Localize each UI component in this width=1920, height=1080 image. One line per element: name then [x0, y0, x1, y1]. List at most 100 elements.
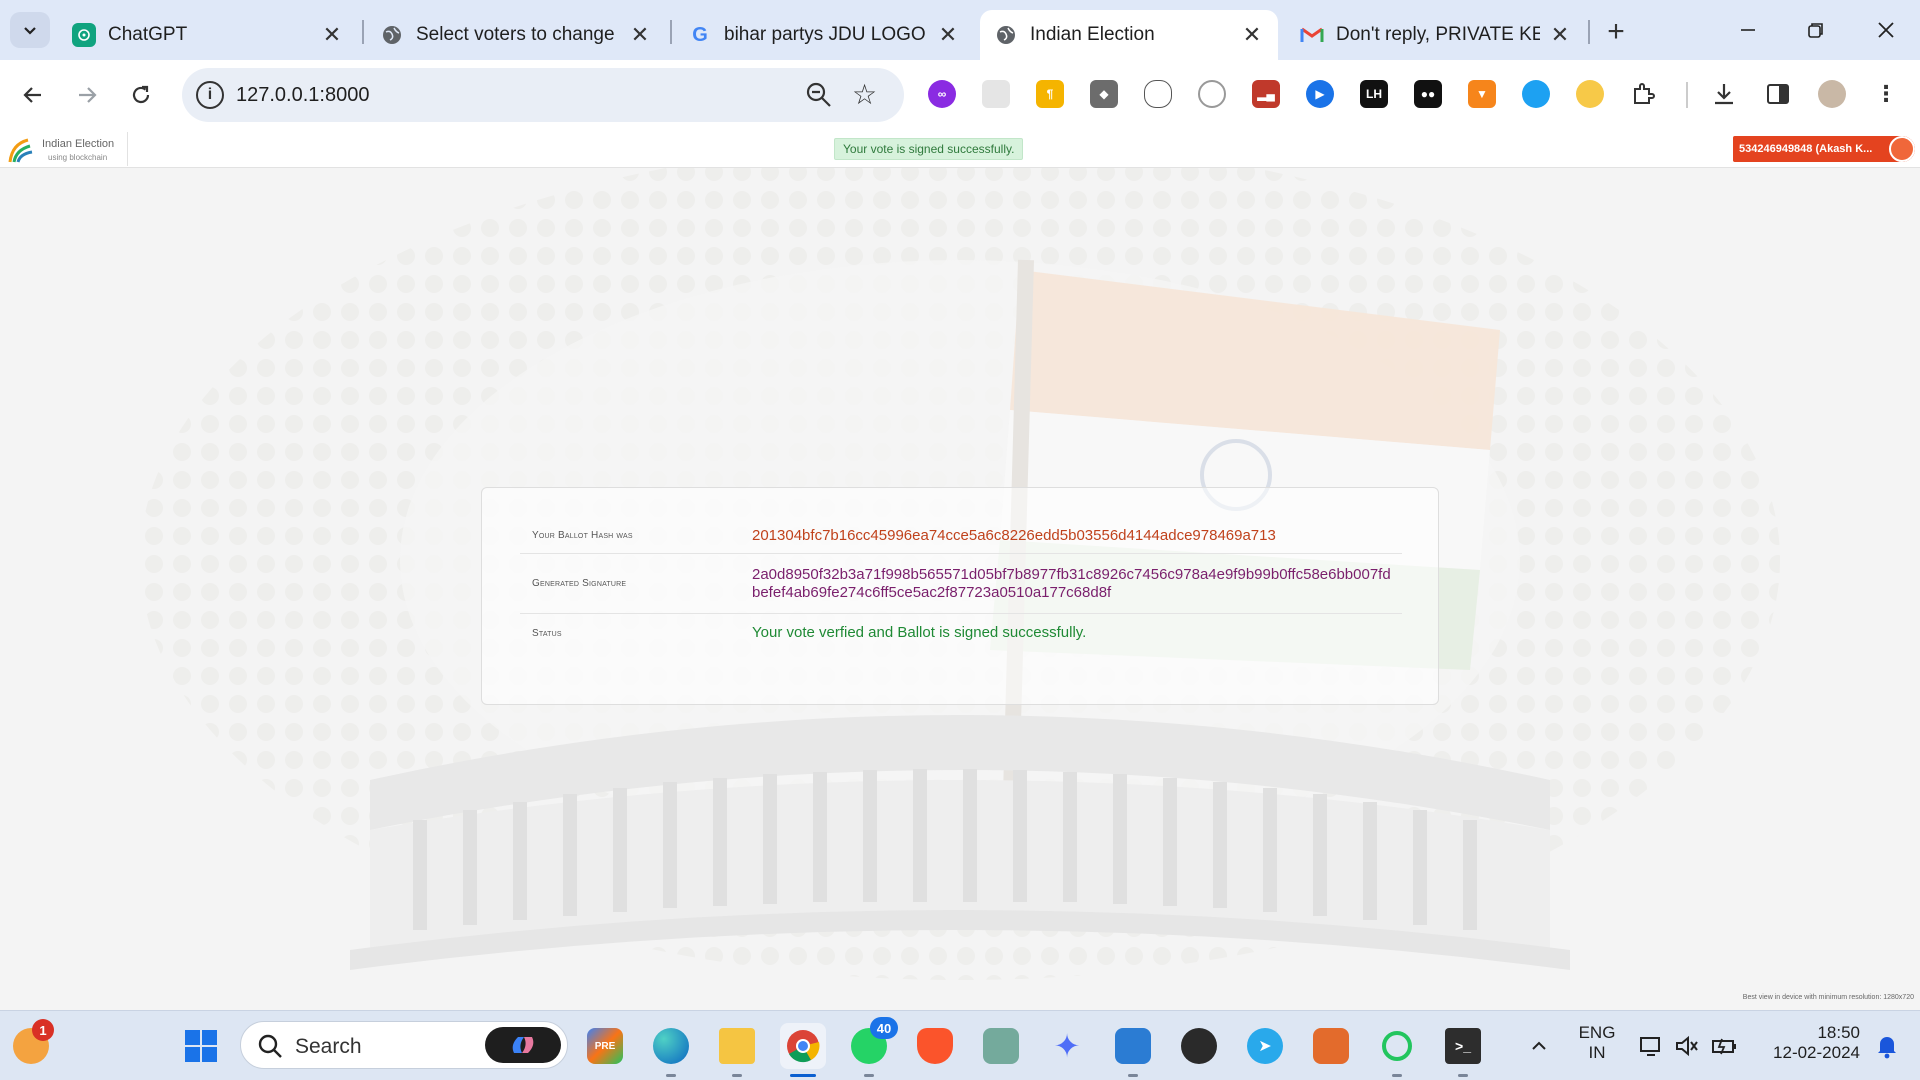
taskbar-chatgpt[interactable]	[978, 1023, 1024, 1069]
tab-title: Indian Election	[1030, 24, 1155, 45]
side-panel-icon[interactable]	[1764, 80, 1792, 108]
tab-chatgpt[interactable]: ChatGPT ✕	[58, 10, 358, 60]
extension-dog-icon[interactable]	[1576, 80, 1604, 108]
notification-count-badge: 1	[32, 1019, 54, 1041]
taskbar-refresh-app[interactable]	[1374, 1023, 1420, 1077]
ballot-hash-label: Your Ballot Hash was	[532, 530, 633, 541]
extension-video-icon[interactable]: ▶	[1306, 80, 1334, 108]
sparkle-icon: ✦	[1053, 1028, 1081, 1064]
close-tab-icon[interactable]: ✕	[1240, 22, 1264, 47]
tab-gmail[interactable]: Don't reply, PRIVATE KEY ✕	[1286, 10, 1586, 60]
windows-logo-icon	[185, 1030, 217, 1062]
region-code: IN	[1588, 1043, 1606, 1062]
tab-search-button[interactable]	[10, 12, 50, 48]
user-account-badge[interactable]: 534246949848 (Akash K...	[1733, 136, 1915, 162]
more-menu-icon[interactable]: ⋮	[1872, 80, 1900, 108]
close-window-button[interactable]	[1856, 8, 1916, 52]
extension-bolt-icon[interactable]: ¶	[1036, 80, 1064, 108]
terminal-icon: >_	[1445, 1028, 1481, 1064]
close-tab-icon[interactable]: ✕	[628, 22, 652, 47]
arrow-right-icon	[79, 87, 97, 103]
bell-icon	[1878, 1037, 1896, 1059]
tab-separator	[1588, 20, 1590, 44]
metamask-fox-icon[interactable]: ▼	[1468, 80, 1496, 108]
tab-indian-election[interactable]: Indian Election ✕	[980, 10, 1278, 60]
tab-title: ChatGPT	[108, 24, 188, 45]
extension-shield-icon[interactable]: ◆	[1090, 80, 1118, 108]
chatgpt-icon	[983, 1028, 1019, 1064]
brand-subtitle: using blockchain	[48, 153, 108, 162]
extension-purple-icon[interactable]: ∞	[928, 80, 956, 108]
taskbar-copilot-pre-app[interactable]: PRE	[582, 1023, 628, 1069]
status-label: Status	[532, 628, 562, 639]
profile-avatar[interactable]	[1818, 80, 1846, 108]
close-tab-icon[interactable]: ✕	[1548, 22, 1572, 47]
clock[interactable]: 18:50 12-02-2024	[1756, 1023, 1860, 1063]
close-tab-icon[interactable]: ✕	[320, 22, 344, 47]
address-bar[interactable]: i 127.0.0.1:8000 ☆	[182, 68, 904, 122]
taskbar-brave[interactable]	[912, 1023, 958, 1069]
site-logo[interactable]: Indian Election using blockchain	[4, 132, 128, 166]
download-icon[interactable]	[1710, 80, 1738, 108]
battery-button[interactable]	[1702, 1023, 1748, 1069]
extension-mouse-icon[interactable]	[1144, 80, 1172, 108]
running-indicator	[666, 1074, 676, 1077]
signature-label: Generated Signature	[532, 578, 627, 589]
bookmark-star-icon[interactable]: ☆	[852, 78, 877, 111]
ballot-hash-value: 201304bfc7b16cc45996ea74cce5a6c8226edd5b…	[752, 527, 1276, 544]
extension-camera-icon[interactable]	[1198, 80, 1226, 108]
taskbar-search[interactable]: Search	[240, 1021, 568, 1069]
chrome-icon	[787, 1030, 820, 1063]
restore-button[interactable]	[1786, 8, 1846, 52]
forward-button[interactable]	[66, 74, 108, 116]
widgets-button[interactable]: 1	[8, 1019, 54, 1069]
new-tab-button[interactable]: +	[1598, 14, 1634, 50]
user-avatar[interactable]	[1889, 136, 1915, 162]
extensions-puzzle-icon[interactable]	[1630, 80, 1658, 108]
sublime-text-icon	[1313, 1028, 1349, 1064]
success-flash-message: Your vote is signed successfully.	[834, 138, 1024, 160]
active-window-indicator	[790, 1074, 816, 1077]
notification-center-button[interactable]	[1864, 1023, 1910, 1069]
taskbar-telegram[interactable]: ➤	[1242, 1023, 1288, 1069]
gmail-icon	[1300, 23, 1324, 47]
brave-lion-icon	[917, 1028, 953, 1064]
clock-date: 12-02-2024	[1773, 1043, 1860, 1062]
tab-title: Select voters to change |	[416, 24, 620, 45]
taskbar-whatsapp[interactable]: 40	[846, 1017, 898, 1077]
edge-browser-icon	[653, 1028, 689, 1064]
site-info-icon[interactable]: i	[196, 81, 224, 109]
chevron-up-icon	[1532, 1041, 1546, 1050]
reload-button[interactable]	[120, 74, 162, 116]
user-id-label: 534246949848 (Akash K...	[1739, 143, 1873, 155]
close-tab-icon[interactable]: ✕	[936, 22, 960, 47]
extension-glasses-icon[interactable]: ●●	[1414, 80, 1442, 108]
copilot-icon[interactable]	[485, 1027, 561, 1063]
tab-google-jdu[interactable]: G bihar partys JDU LOGO - ✕	[674, 10, 974, 60]
browser-toolbar: i 127.0.0.1:8000 ☆ ∞ ¶ ◆ ▂▄ ▶ LH ●● ▼ ⋮	[0, 60, 1920, 130]
show-hidden-icons-button[interactable]	[1516, 1023, 1562, 1069]
back-button[interactable]	[12, 74, 54, 116]
taskbar-gemini[interactable]: ✦	[1044, 1023, 1090, 1069]
zoom-icon[interactable]	[804, 80, 834, 110]
tab-select-voters[interactable]: Select voters to change | ✕	[366, 10, 666, 60]
taskbar-sublime[interactable]	[1308, 1023, 1354, 1069]
extension-lh-icon[interactable]: LH	[1360, 80, 1388, 108]
taskbar-obs[interactable]	[1176, 1023, 1222, 1069]
taskbar-file-explorer[interactable]	[714, 1023, 760, 1077]
minimize-button[interactable]	[1718, 8, 1778, 52]
language-indicator[interactable]: ENG IN	[1574, 1023, 1620, 1063]
battery-icon	[1712, 1038, 1736, 1055]
copilot-pre-icon: PRE	[587, 1028, 623, 1064]
taskbar-edge[interactable]	[648, 1023, 694, 1077]
extension-chart-icon[interactable]: ▂▄	[1252, 80, 1280, 108]
url-text[interactable]: 127.0.0.1:8000	[236, 84, 369, 107]
taskbar-notepad[interactable]	[1110, 1023, 1156, 1077]
windows-taskbar: 1 Search PRE 40 ✦ ➤ >_ ENG IN 18:50 12-0…	[0, 1010, 1920, 1080]
extension-chat-icon[interactable]	[1522, 80, 1550, 108]
start-button[interactable]	[178, 1023, 224, 1069]
taskbar-chrome[interactable]	[780, 1023, 826, 1077]
speaker-muted-icon	[1676, 1035, 1698, 1057]
taskbar-terminal[interactable]: >_	[1440, 1023, 1486, 1077]
extension-grey-icon[interactable]	[982, 80, 1010, 108]
